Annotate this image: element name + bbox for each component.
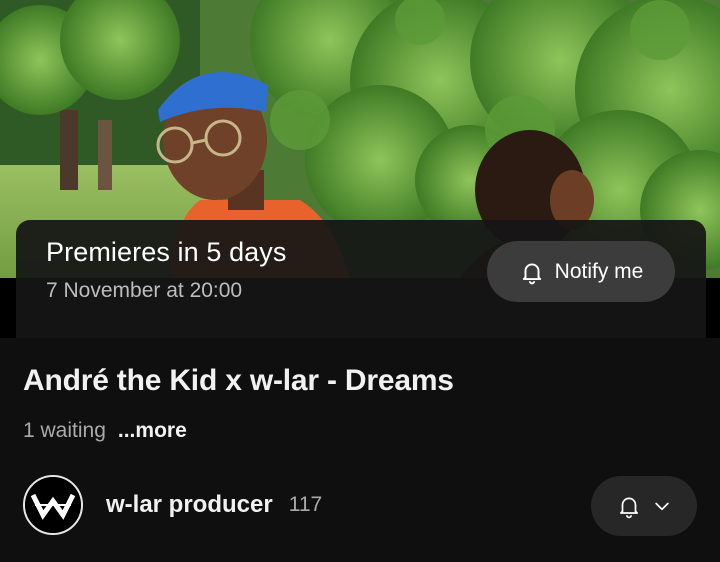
notify-me-button[interactable]: Notify me: [487, 241, 675, 302]
avatar[interactable]: [23, 475, 83, 535]
channel-logo: [25, 477, 81, 533]
video-thumbnail[interactable]: Premieres in 5 days 7 November at 20:00 …: [0, 0, 720, 338]
video-title: André the Kid x w-lar - Dreams: [23, 364, 454, 397]
premiere-date: 7 November at 20:00: [46, 279, 243, 302]
premiere-title: Premieres in 5 days: [46, 237, 287, 267]
waiting-count: 1 waiting: [23, 419, 106, 442]
subscriber-count: 117: [288, 493, 323, 516]
bell-icon: [522, 262, 541, 284]
bell-icon: [620, 497, 638, 519]
channel-row[interactable]: w-lar producer 117: [23, 474, 322, 536]
notify-me-label: Notify me: [554, 259, 644, 283]
chevron-down-icon: [655, 502, 669, 511]
video-meta: 1 waiting ...more: [23, 419, 187, 443]
more-link[interactable]: ...more: [118, 419, 187, 443]
subscribed-notifications-button[interactable]: [591, 476, 697, 536]
channel-name[interactable]: w-lar producer: [106, 491, 273, 519]
